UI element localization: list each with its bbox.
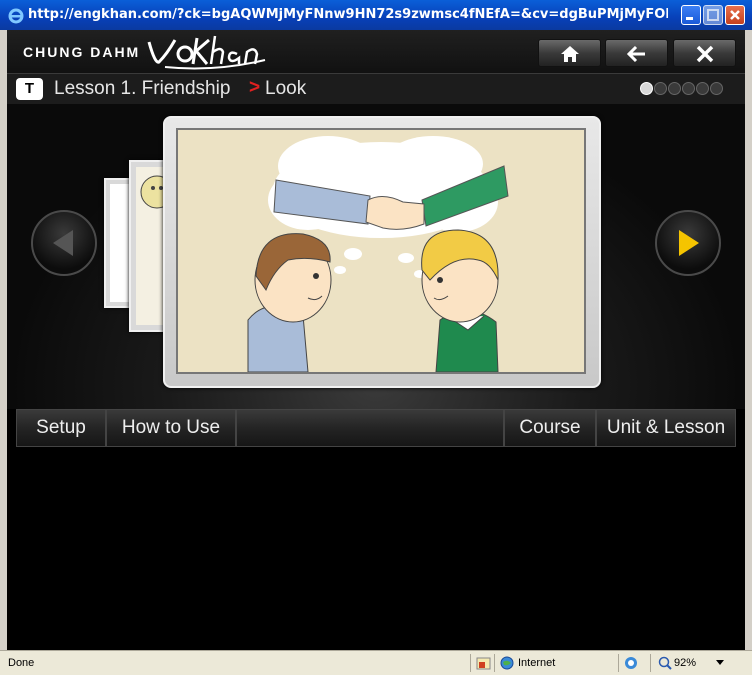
brand-name: CHUNG DAHM [23, 44, 141, 60]
security-warning-icon[interactable] [476, 656, 492, 670]
progress-dot[interactable] [710, 82, 723, 95]
browser-status-bar: Done Internet 92% [0, 650, 752, 675]
zoom-icon [658, 656, 672, 670]
zoom-level[interactable]: 92% [674, 657, 696, 669]
breadcrumb: T Lesson 1. Friendship > Look [7, 73, 745, 104]
home-icon [561, 46, 579, 62]
page-title: Look [265, 78, 307, 99]
home-button[interactable] [538, 39, 601, 67]
window-titlebar: http://engkhan.com/?ck=bgAQWMjMyFNnw9HN7… [0, 0, 752, 30]
unit-lesson-button[interactable]: Unit & Lesson [596, 409, 736, 447]
text-mode-icon[interactable]: T [16, 78, 43, 100]
chevron-down-icon[interactable] [716, 660, 724, 666]
progress-dots [640, 82, 724, 100]
progress-dot[interactable] [668, 82, 681, 95]
progress-dot[interactable] [640, 82, 653, 95]
protected-mode-icon[interactable] [624, 656, 638, 670]
boy-right [421, 229, 499, 372]
progress-dot[interactable] [696, 82, 709, 95]
carousel-card-current[interactable] [163, 116, 601, 388]
setup-button[interactable]: Setup [16, 409, 106, 447]
lesson-illustration [176, 128, 586, 374]
close-window-button[interactable] [725, 5, 745, 25]
app-header: CHUNG DAHM [7, 30, 745, 73]
vokhan-logo [147, 35, 266, 70]
minimize-button[interactable] [681, 5, 701, 25]
boy-left [247, 233, 332, 372]
maximize-icon [707, 9, 719, 21]
close-icon [696, 45, 714, 63]
how-to-use-button[interactable]: How to Use [106, 409, 236, 447]
arrow-left-icon [627, 45, 645, 63]
previous-button[interactable] [31, 210, 97, 276]
app-frame: CHUNG DAHM T Lesson 1. Friendship > Look [7, 30, 745, 650]
exit-button[interactable] [673, 39, 736, 67]
internet-explorer-icon [8, 8, 24, 24]
lesson-title: Lesson 1. Friendship [54, 78, 231, 99]
breadcrumb-separator: > [249, 77, 261, 98]
progress-dot[interactable] [682, 82, 695, 95]
menu-spacer [236, 409, 504, 447]
progress-dot[interactable] [654, 82, 667, 95]
next-button[interactable] [655, 210, 721, 276]
window-title: http://engkhan.com/?ck=bgAQWMjMyFNnw9HN7… [28, 7, 668, 22]
maximize-button[interactable] [703, 5, 723, 25]
internet-globe-icon [500, 656, 514, 670]
carousel-stage [7, 104, 745, 409]
minimize-icon [686, 17, 693, 20]
course-button[interactable]: Course [504, 409, 596, 447]
security-zone: Internet [518, 657, 556, 669]
arrow-left-triangle-icon [53, 230, 73, 256]
back-button[interactable] [605, 39, 668, 67]
status-text: Done [8, 657, 35, 669]
arrow-right-triangle-icon [679, 230, 699, 256]
bottom-menu: Setup How to Use Course Unit & Lesson [16, 409, 736, 447]
close-icon [730, 10, 740, 20]
